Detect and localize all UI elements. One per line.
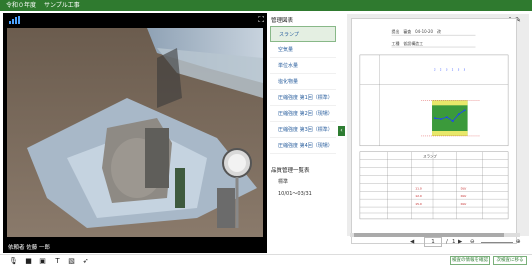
report-work-line: 工種 仮設構造工 <box>392 41 424 46</box>
sidebar-section-title: 管理図表 <box>271 18 294 24</box>
zoom-out-icon[interactable]: ⊖ <box>470 239 475 245</box>
svg-text:DLV: DLV <box>461 202 467 206</box>
app-title-bar: 令和０年度 サンプル工事 <box>0 0 532 11</box>
quality-list-standard[interactable]: 標準 <box>270 176 336 188</box>
svg-text:12.0: 12.0 <box>415 194 422 198</box>
document-viewer[interactable]: ⇩ ✎ 提出 審査 04-10-20 改 工種 仮設構造工 223 233 スラ… <box>347 14 529 244</box>
next-page-icon[interactable]: ▶ <box>458 239 462 245</box>
snapshot-icon[interactable]: ▣ <box>38 257 47 266</box>
page-separator: / <box>446 239 448 245</box>
next-inspection-button[interactable]: 次検査に移る <box>493 256 527 265</box>
sidebar-item-slump[interactable]: スランプ <box>270 26 336 42</box>
operator-name: 佐藤 一郎 <box>26 245 51 251</box>
caption-label: 依頼者 <box>8 245 25 251</box>
sidebar-item-strength-1[interactable]: 圧縮強度 第1回（標準） <box>270 90 336 106</box>
fiscal-year: 令和０年度 <box>6 2 37 9</box>
quality-list-title: 品質管理一覧表 <box>271 168 310 174</box>
zoom-in-icon[interactable]: ⊕ <box>516 239 521 245</box>
site-photo <box>7 28 263 237</box>
collapse-panel-button[interactable]: ‹ <box>338 126 345 136</box>
confirm-inspection-button[interactable]: 検査の情報を確認 <box>450 256 490 265</box>
video-feed[interactable]: ⛶ 依頼者 佐藤 一郎 <box>3 13 267 253</box>
svg-text:2: 2 <box>434 68 436 72</box>
pager: ◀ 1 / 1 ▶ ⊖ ⊕ <box>410 237 530 249</box>
svg-text:DLV: DLV <box>461 186 467 190</box>
camera-icon[interactable]: ■ <box>24 257 33 266</box>
text-icon[interactable]: T <box>53 257 62 266</box>
prev-page-icon[interactable]: ◀ <box>410 239 414 245</box>
sidebar-item-strength-3[interactable]: 圧縮強度 第3回（標準） <box>270 122 336 138</box>
svg-text:3: 3 <box>458 68 460 72</box>
page-input[interactable]: 1 <box>424 237 442 247</box>
svg-text:2: 2 <box>440 68 442 72</box>
microphone-icon[interactable]: 🎙 <box>9 257 18 266</box>
svg-text:3: 3 <box>464 68 466 72</box>
sidebar-item-strength-2[interactable]: 圧縮強度 第2回（現場） <box>270 106 336 122</box>
quality-list-dates: 10/01〜03/31 <box>278 191 312 197</box>
table-title: スランプ <box>423 154 437 159</box>
fullscreen-icon[interactable]: ⛶ <box>258 15 264 25</box>
sidebar-item-chloride[interactable]: 塩化物量 <box>270 74 336 90</box>
sidebar-item-air[interactable]: 空気量 <box>270 42 336 58</box>
sidebar-item-water[interactable]: 単位水量 <box>270 58 336 74</box>
svg-text:11.0: 11.0 <box>415 186 422 190</box>
svg-text:2: 2 <box>452 68 454 72</box>
image-icon[interactable]: ▧ <box>67 257 76 266</box>
quality-report-sheet: 提出 審査 04-10-20 改 工種 仮設構造工 223 233 スランプ 1… <box>351 18 517 244</box>
svg-text:DLV: DLV <box>461 194 467 198</box>
pointer-icon[interactable]: ➶ <box>81 257 90 266</box>
sidebar: 管理図表 スランプ 空気量 単位水量 塩化物量 圧縮強度 第1回（標準） 圧縮強… <box>270 14 336 254</box>
zoom-slider[interactable] <box>481 242 513 243</box>
page-total: 1 <box>452 239 456 245</box>
project-name: サンプル工事 <box>43 2 80 9</box>
report-date-line: 提出 審査 04-10-20 改 <box>392 29 441 34</box>
sidebar-item-strength-4[interactable]: 圧縮強度 第4回（現場） <box>270 138 336 154</box>
signal-strength-icon <box>9 16 20 24</box>
svg-text:3: 3 <box>446 68 448 72</box>
svg-text:15.0: 15.0 <box>415 202 422 206</box>
